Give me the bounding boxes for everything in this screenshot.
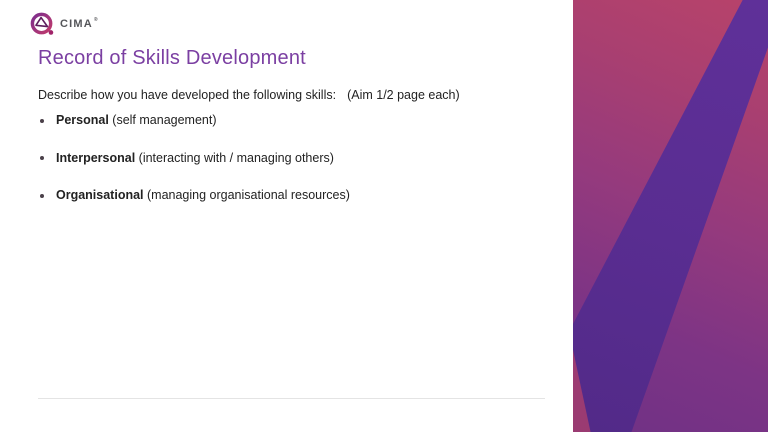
list-item: Personal (self management) (38, 112, 518, 129)
intro-sentence: Describe how you have developed the foll… (38, 88, 337, 102)
page-title: Record of Skills Development (38, 47, 306, 69)
decorative-side-panel (573, 0, 768, 432)
skills-bullet-list: Personal (self management) Interpersonal… (38, 112, 518, 225)
bullet-dot-icon (40, 156, 44, 160)
cima-logo-wordmark: CIMA ® (60, 17, 99, 30)
skill-description: (managing organisational resources) (143, 188, 350, 202)
list-item: Interpersonal (interacting with / managi… (38, 150, 518, 167)
intro-text: Describe how you have developed the foll… (38, 88, 460, 102)
cima-logo: CIMA ® (30, 12, 99, 37)
trademark-symbol: ® (93, 17, 99, 23)
skill-term: Interpersonal (56, 150, 136, 165)
aim-note: (Aim 1/2 page each) (347, 88, 460, 102)
diagonal-band-shape (573, 0, 768, 432)
skill-description: (self management) (108, 113, 217, 127)
bullet-dot-icon (40, 118, 44, 123)
skill-term: Personal (56, 113, 109, 127)
skill-term: Organisational (56, 188, 144, 202)
presentation-slide: CIMA ® Record of Skills Development Descr… (0, 0, 768, 432)
skill-description: (interacting with / managing others) (135, 150, 334, 165)
footer-divider (38, 398, 545, 399)
list-item: Organisational (managing organisational … (38, 187, 518, 204)
bullet-dot-icon (40, 193, 44, 198)
cima-logo-icon (30, 12, 55, 37)
